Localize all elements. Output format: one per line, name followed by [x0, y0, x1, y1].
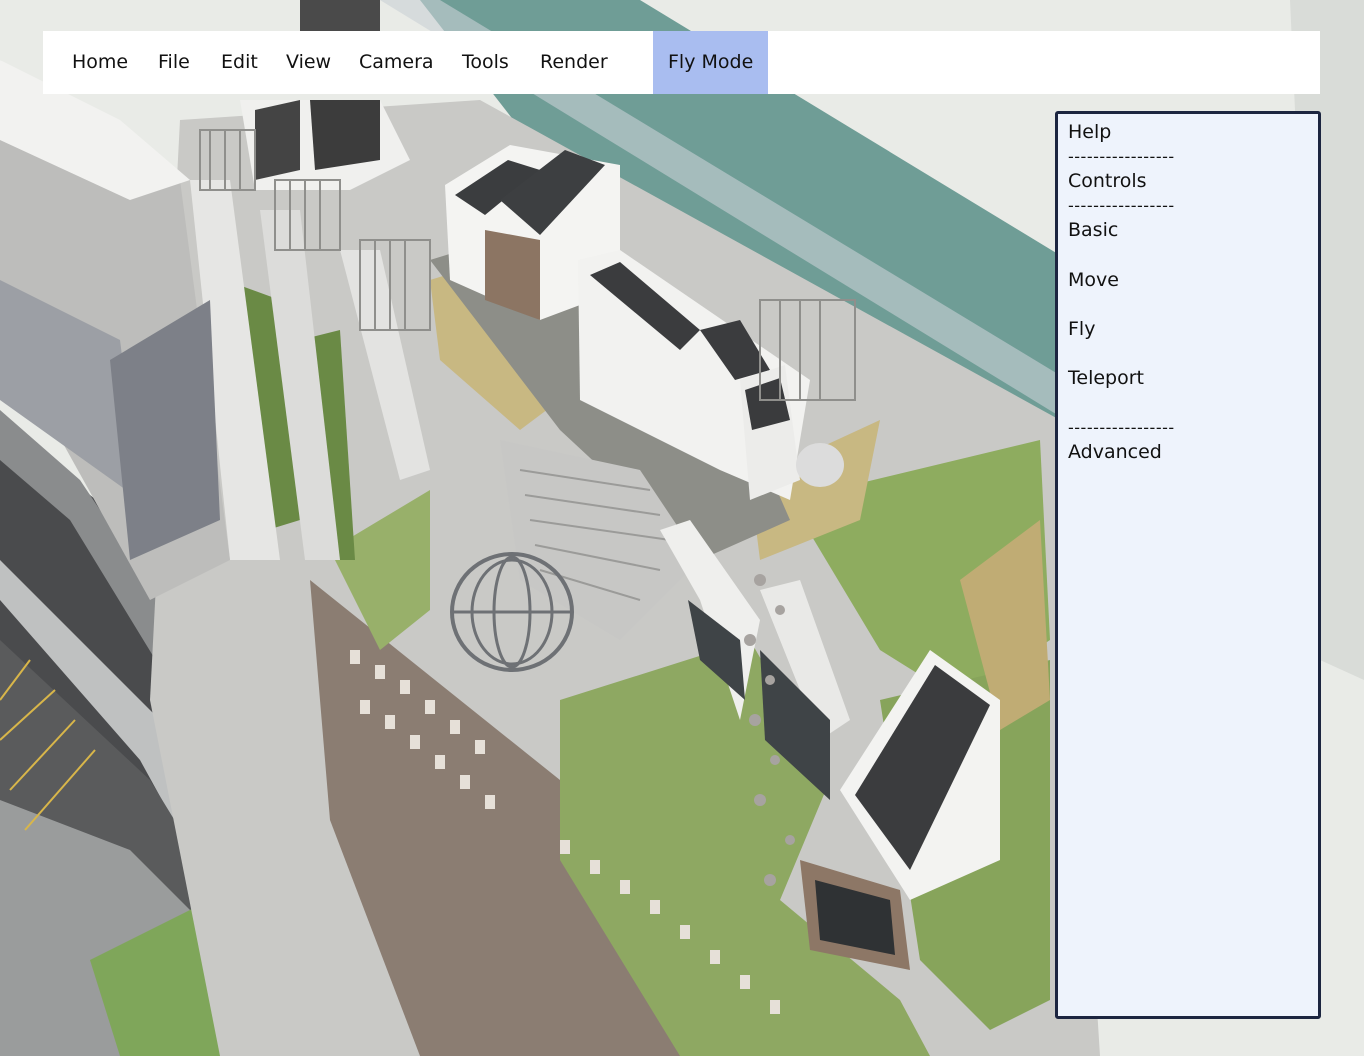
help-separator: -----------------: [1068, 147, 1175, 166]
menu-view[interactable]: View: [286, 31, 331, 94]
menu-edit[interactable]: Edit: [221, 31, 258, 94]
help-item-controls[interactable]: Controls: [1068, 170, 1147, 192]
help-item-move[interactable]: Move: [1068, 269, 1119, 291]
menu-camera[interactable]: Camera: [359, 31, 434, 94]
help-panel: Help ----------------- Controls --------…: [1055, 111, 1321, 1019]
help-item-teleport[interactable]: Teleport: [1068, 367, 1144, 389]
help-item-advanced[interactable]: Advanced: [1068, 441, 1162, 463]
help-item-fly[interactable]: Fly: [1068, 318, 1095, 340]
help-title[interactable]: Help: [1068, 121, 1111, 143]
help-separator: -----------------: [1068, 418, 1175, 437]
help-separator: -----------------: [1068, 196, 1175, 215]
menu-tools[interactable]: Tools: [462, 31, 509, 94]
menu-home[interactable]: Home: [72, 31, 128, 94]
main-menubar: Home File Edit View Camera Tools Render …: [43, 31, 1320, 94]
fly-mode-button[interactable]: Fly Mode: [653, 31, 769, 94]
help-item-basic[interactable]: Basic: [1068, 219, 1118, 241]
menu-render[interactable]: Render: [540, 31, 608, 94]
menu-file[interactable]: File: [158, 31, 190, 94]
